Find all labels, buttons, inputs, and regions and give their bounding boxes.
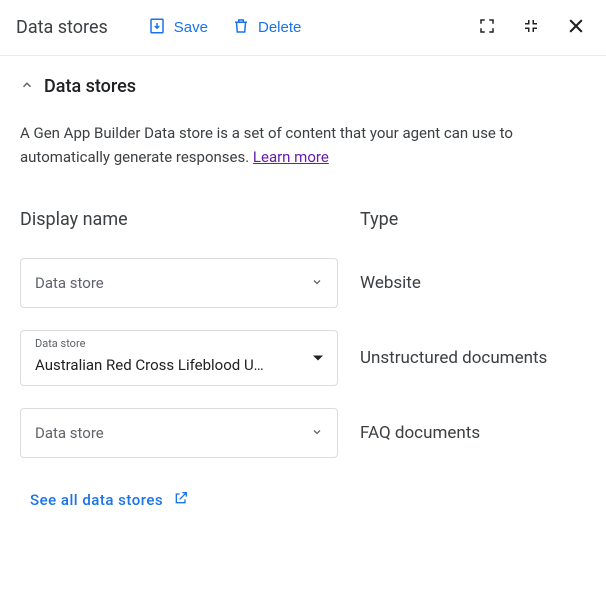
type-value: Unstructured documents <box>360 348 547 368</box>
exit-fullscreen-button[interactable] <box>518 13 544 42</box>
save-icon <box>148 17 166 39</box>
data-store-row: Data store Australian Red Cross Lifebloo… <box>20 330 586 386</box>
close-icon <box>566 16 586 39</box>
learn-more-link[interactable]: Learn more <box>253 148 329 166</box>
delete-label: Delete <box>258 19 301 36</box>
section-description: A Gen App Builder Data store is a set of… <box>20 121 586 169</box>
save-button[interactable]: Save <box>148 17 208 39</box>
type-column-label: Type <box>360 209 398 230</box>
main-section: Data stores A Gen App Builder Data store… <box>0 56 606 530</box>
data-store-select-faq[interactable]: Data store <box>20 408 338 458</box>
delete-button[interactable]: Delete <box>232 17 301 39</box>
save-label: Save <box>174 19 208 36</box>
see-all-data-stores-link[interactable]: See all data stores <box>30 490 189 510</box>
header-actions: Save Delete <box>148 17 302 39</box>
fullscreen-icon <box>478 17 496 38</box>
select-floating-label: Data store <box>35 337 85 350</box>
trash-icon <box>232 17 250 39</box>
type-value: FAQ documents <box>360 423 480 443</box>
data-store-select-unstructured[interactable]: Data store Australian Red Cross Lifebloo… <box>20 330 338 386</box>
see-all-label: See all data stores <box>30 491 163 509</box>
select-value: Australian Red Cross Lifeblood U… <box>35 356 297 374</box>
select-placeholder: Data store <box>35 274 297 292</box>
section-header[interactable]: Data stores <box>20 76 586 97</box>
page-title: Data stores <box>16 17 108 38</box>
section-title: Data stores <box>44 76 136 97</box>
select-placeholder: Data store <box>35 424 297 442</box>
data-store-select-website[interactable]: Data store <box>20 258 338 308</box>
chevron-down-icon <box>311 424 323 442</box>
columns-header: Display name Type <box>20 209 586 230</box>
close-button[interactable] <box>562 12 590 43</box>
data-store-row: Data store FAQ documents <box>20 408 586 458</box>
header-bar: Data stores Save Delete <box>0 0 606 56</box>
chevron-down-icon <box>311 274 323 292</box>
type-value: Website <box>360 273 421 293</box>
chevron-up-icon <box>20 77 34 96</box>
caret-down-icon <box>313 356 323 361</box>
fullscreen-button[interactable] <box>474 13 500 42</box>
data-store-row: Data store Website <box>20 258 586 308</box>
display-name-column-label: Display name <box>20 209 128 230</box>
external-link-icon <box>173 490 189 510</box>
header-window-icons <box>474 12 590 43</box>
exit-fullscreen-icon <box>522 17 540 38</box>
